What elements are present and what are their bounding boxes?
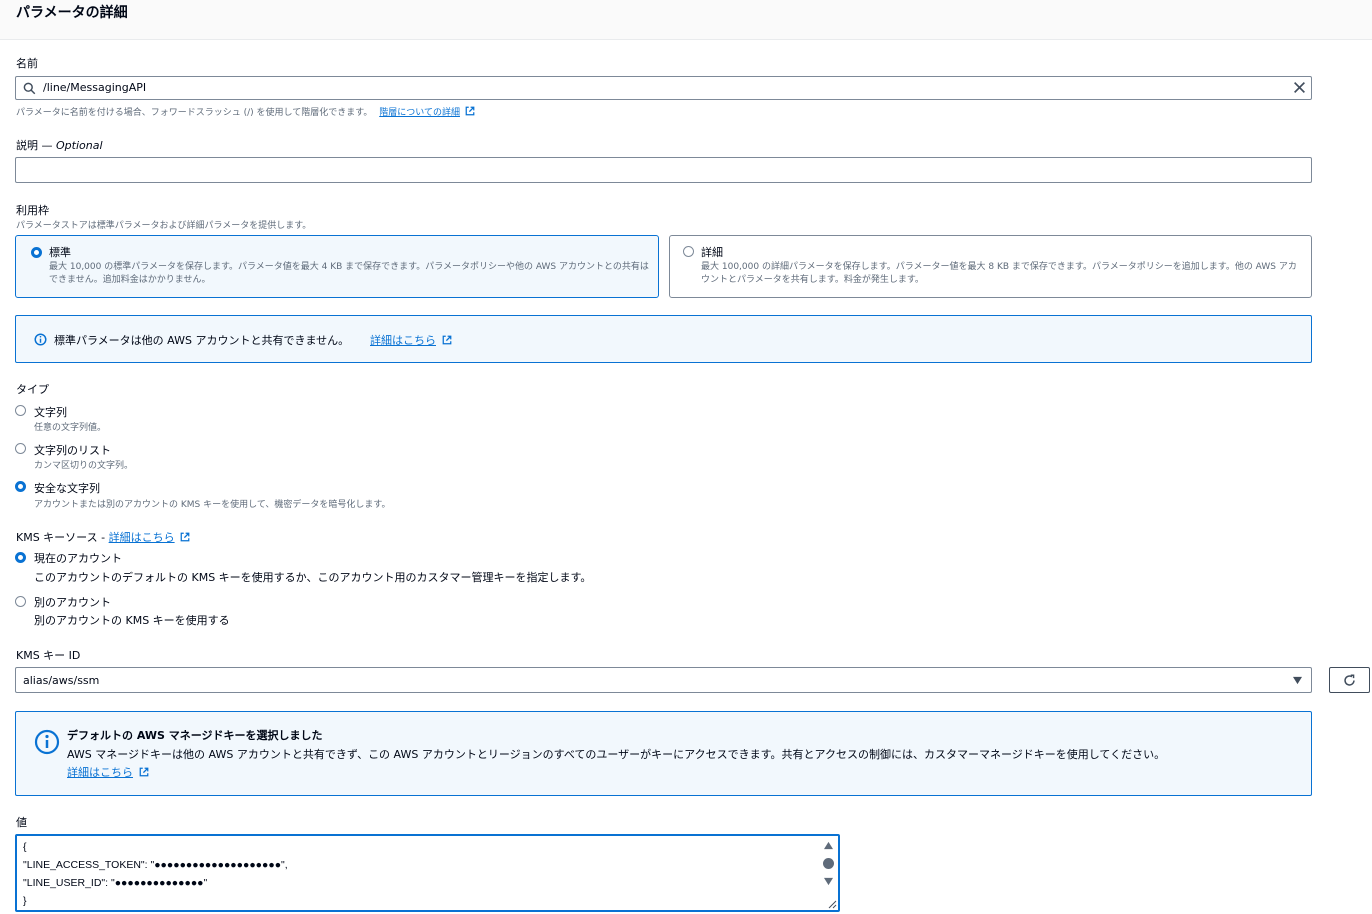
external-link-icon: [465, 106, 475, 116]
tier-standard-card[interactable]: 標準 最大 10,000 の標準パラメータを保存します。パラメータ値を最大 4 …: [15, 235, 659, 298]
scroll-up-icon[interactable]: [823, 841, 834, 850]
tier-standard-desc: 最大 10,000 の標準パラメータを保存します。パラメータ値を最大 4 KB …: [49, 262, 649, 285]
refresh-icon: [1344, 674, 1355, 686]
kms-source-link[interactable]: 詳細はこちら: [109, 531, 175, 544]
tier-advanced-desc: 最大 100,000 の詳細パラメータを保存します。パラメーター値を最大 8 K…: [701, 262, 1297, 285]
tier-alert-text: 標準パラメータは他の AWS アカウントと共有できません。: [54, 334, 350, 347]
kms-key-label: KMS キー ID: [16, 649, 81, 662]
description-label: 説明 — Optional: [16, 137, 103, 153]
kms-key-select[interactable]: alias/aws/ssm: [15, 667, 1312, 693]
external-link-icon: [139, 767, 148, 777]
page-header: [0, 0, 1372, 40]
tier-alert-link[interactable]: 詳細はこちら: [370, 334, 436, 347]
kms-alert-link[interactable]: 詳細はこちら: [67, 766, 133, 779]
kms-key-value: alias/aws/ssm: [23, 674, 100, 687]
clear-icon[interactable]: [1293, 81, 1306, 94]
name-value: /line/MessagingAPI: [43, 81, 147, 94]
value-label: 値: [16, 816, 27, 829]
kms-source-label-text: KMS キーソース -: [16, 531, 109, 544]
type-label: タイプ: [16, 383, 49, 396]
name-input[interactable]: /line/MessagingAPI: [15, 76, 1312, 100]
kms-other-account-desc: 別のアカウントの KMS キーを使用する: [34, 614, 230, 627]
value-line: "LINE_ACCESS_TOKEN": "●●●●●●●●●●●●●●●●●●…: [23, 859, 288, 871]
value-textarea[interactable]: { "LINE_ACCESS_TOKEN": "●●●●●●●●●●●●●●●●…: [15, 834, 840, 912]
name-label: 名前: [16, 57, 38, 70]
tier-advanced-radio[interactable]: [683, 246, 694, 257]
optional-tag: Optional: [56, 139, 103, 152]
refresh-button[interactable]: [1329, 667, 1370, 693]
kms-current-account-title: 現在のアカウント: [34, 552, 122, 565]
type-string-title: 文字列: [34, 406, 67, 419]
description-label-text: 説明 —: [16, 139, 56, 152]
scroll-down-icon[interactable]: [823, 877, 834, 886]
resize-handle-icon[interactable]: [827, 899, 837, 909]
external-link-icon: [442, 335, 451, 345]
description-input[interactable]: [15, 157, 1312, 183]
value-scrollbar[interactable]: [821, 838, 836, 906]
value-line: {: [23, 841, 27, 853]
type-stringlist-radio[interactable]: [15, 443, 26, 454]
value-content: { "LINE_ACCESS_TOKEN": "●●●●●●●●●●●●●●●●…: [23, 838, 288, 910]
type-stringlist-desc: カンマ区切りの文字列。: [34, 461, 134, 471]
type-stringlist-title: 文字列のリスト: [34, 444, 111, 457]
external-link-icon: [180, 532, 190, 542]
tier-advanced-card[interactable]: 詳細 最大 100,000 の詳細パラメータを保存します。パラメーター値を最大 …: [669, 235, 1312, 298]
tier-hint: パラメータストアは標準パラメータおよび詳細パラメータを提供します。: [16, 221, 312, 231]
tier-standard-radio[interactable]: [31, 247, 42, 258]
type-securestring-desc: アカウントまたは別のアカウントの KMS キーを使用して、機密データを暗号化しま…: [34, 500, 391, 510]
value-line: }: [23, 895, 27, 907]
tier-advanced-title: 詳細: [701, 246, 723, 259]
tier-alert: 標準パラメータは他の AWS アカウントと共有できません。 詳細はこちら: [15, 315, 1312, 363]
kms-alert-body: AWS マネージドキーは他の AWS アカウントと共有できず、この AWS アカ…: [67, 748, 1166, 761]
kms-other-account-radio[interactable]: [15, 596, 26, 607]
name-hint: パラメータに名前を付ける場合、フォワードスラッシュ (/) を使用して階層化でき…: [16, 105, 475, 118]
tier-alert-link-wrap: 詳細はこちら: [370, 332, 452, 348]
value-line: "LINE_USER_ID": "●●●●●●●●●●●●●●": [23, 877, 208, 889]
page-title: パラメータの詳細: [16, 5, 128, 21]
name-hint-text: パラメータに名前を付ける場合、フォワードスラッシュ (/) を使用して階層化でき…: [16, 108, 373, 118]
tier-standard-title: 標準: [49, 246, 71, 259]
search-icon: [23, 82, 36, 95]
type-string-radio[interactable]: [15, 405, 26, 416]
scroll-thumb[interactable]: [823, 858, 834, 869]
type-securestring-radio[interactable]: [15, 481, 26, 492]
type-string-desc: 任意の文字列値。: [34, 423, 107, 433]
kms-current-account-radio[interactable]: [15, 552, 26, 563]
type-securestring-title: 安全な文字列: [34, 482, 100, 495]
kms-alert: デフォルトの AWS マネージドキーを選択しました AWS マネージドキーは他の…: [15, 711, 1312, 796]
kms-alert-link-wrap: 詳細はこちら: [67, 764, 149, 780]
kms-source-label: KMS キーソース - 詳細はこちら: [16, 529, 190, 545]
caret-down-icon: [1293, 676, 1302, 685]
info-icon: [34, 729, 60, 755]
kms-current-account-desc: このアカウントのデフォルトの KMS キーを使用するか、このアカウント用のカスタ…: [34, 571, 592, 584]
kms-alert-title: デフォルトの AWS マネージドキーを選択しました: [67, 729, 323, 742]
kms-other-account-title: 別のアカウント: [34, 596, 111, 609]
tier-label: 利用枠: [16, 204, 49, 217]
hierarchy-link[interactable]: 階層についての詳細: [379, 108, 460, 118]
info-icon: [34, 333, 47, 346]
